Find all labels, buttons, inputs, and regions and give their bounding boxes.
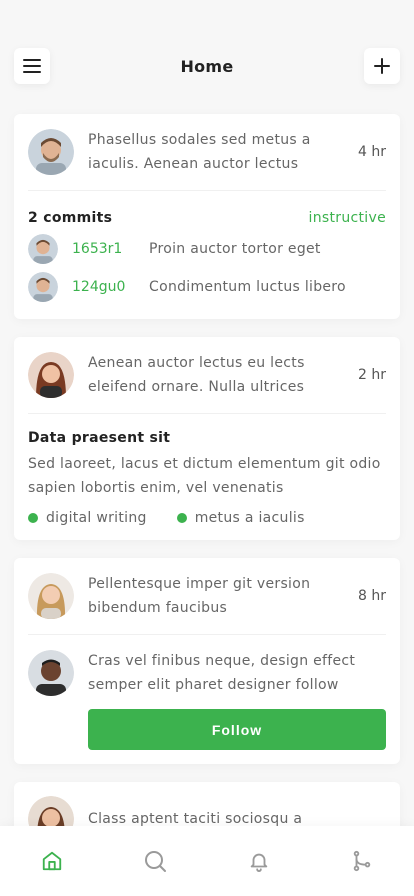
tab-bar — [0, 826, 414, 896]
dot-icon — [176, 513, 187, 523]
plus-icon — [373, 58, 390, 74]
commit-id[interactable]: 1653r1 — [72, 241, 138, 257]
commit-row[interactable]: 1653r1 Proin auctor tortor eget — [28, 229, 386, 269]
post-card[interactable]: Pellentesque imper git version bibendum … — [14, 558, 400, 764]
suggestion: Cras vel finibus neque, design effect se… — [28, 635, 386, 697]
git-branch-icon — [354, 850, 371, 872]
feed: Phasellus sodales sed metus a iaculis. A… — [14, 114, 400, 880]
avatar — [28, 272, 58, 302]
avatar[interactable] — [28, 650, 74, 696]
post-header: Phasellus sodales sed metus a iaculis. A… — [28, 114, 386, 191]
post-title: Data praesent sit — [28, 430, 171, 446]
commit-id[interactable]: 124gu0 — [72, 279, 138, 295]
post-tag[interactable]: instructive — [309, 210, 386, 226]
tag-item[interactable]: digital writing — [28, 510, 147, 526]
post-text: Pellentesque imper git version bibendum … — [88, 576, 311, 616]
commit-row[interactable]: 124gu0 Condimentum luctus libero — [28, 269, 386, 309]
tag-label: metus a iaculis — [194, 510, 305, 526]
commits-count: 2 commits — [28, 210, 113, 226]
avatar — [28, 234, 58, 264]
menu-icon — [23, 59, 41, 73]
commit-message: Condimentum luctus libero — [149, 279, 346, 295]
add-button[interactable] — [363, 48, 400, 84]
search-icon — [145, 851, 167, 872]
follow-button[interactable]: Follow — [88, 709, 386, 750]
tag-item[interactable]: metus a iaculis — [176, 510, 305, 526]
post-header: Pellentesque imper git version bibendum … — [28, 558, 386, 635]
tab-notifications[interactable] — [239, 841, 279, 881]
post-header: Aenean auctor lectus eu lects eleifend o… — [28, 337, 386, 414]
post-text: Aenean auctor lectus eu lects eleifend o… — [88, 355, 305, 395]
tag-list: digital writing metus a iaculis — [28, 500, 386, 540]
post-text: Phasellus sodales sed metus a iaculis. A… — [88, 132, 311, 172]
tab-search[interactable] — [135, 841, 175, 881]
post-card[interactable]: Aenean auctor lectus eu lects eleifend o… — [14, 337, 400, 540]
commits-header: 2 commits instructive — [28, 191, 386, 229]
post-time: 4 hr — [358, 144, 386, 160]
bell-icon — [250, 853, 267, 872]
tab-git[interactable] — [342, 841, 382, 881]
avatar[interactable] — [28, 129, 74, 175]
dot-icon — [28, 513, 38, 523]
post-card[interactable]: Phasellus sodales sed metus a iaculis. A… — [14, 114, 400, 319]
suggestion-text: Cras vel finibus neque, design effect se… — [88, 653, 356, 693]
commit-message: Proin auctor tortor eget — [149, 241, 321, 257]
page-title: Home — [180, 56, 234, 76]
post-time: 2 hr — [358, 367, 386, 383]
avatar[interactable] — [28, 352, 74, 398]
post-body: Sed laoreet, lacus et dictum elementum g… — [28, 456, 381, 496]
avatar[interactable] — [28, 573, 74, 619]
tag-label: digital writing — [46, 510, 147, 526]
header: Home — [14, 48, 400, 84]
tab-home[interactable] — [32, 841, 72, 881]
post-time: 8 hr — [358, 588, 386, 604]
home-icon — [42, 851, 61, 871]
menu-button[interactable] — [14, 48, 50, 84]
